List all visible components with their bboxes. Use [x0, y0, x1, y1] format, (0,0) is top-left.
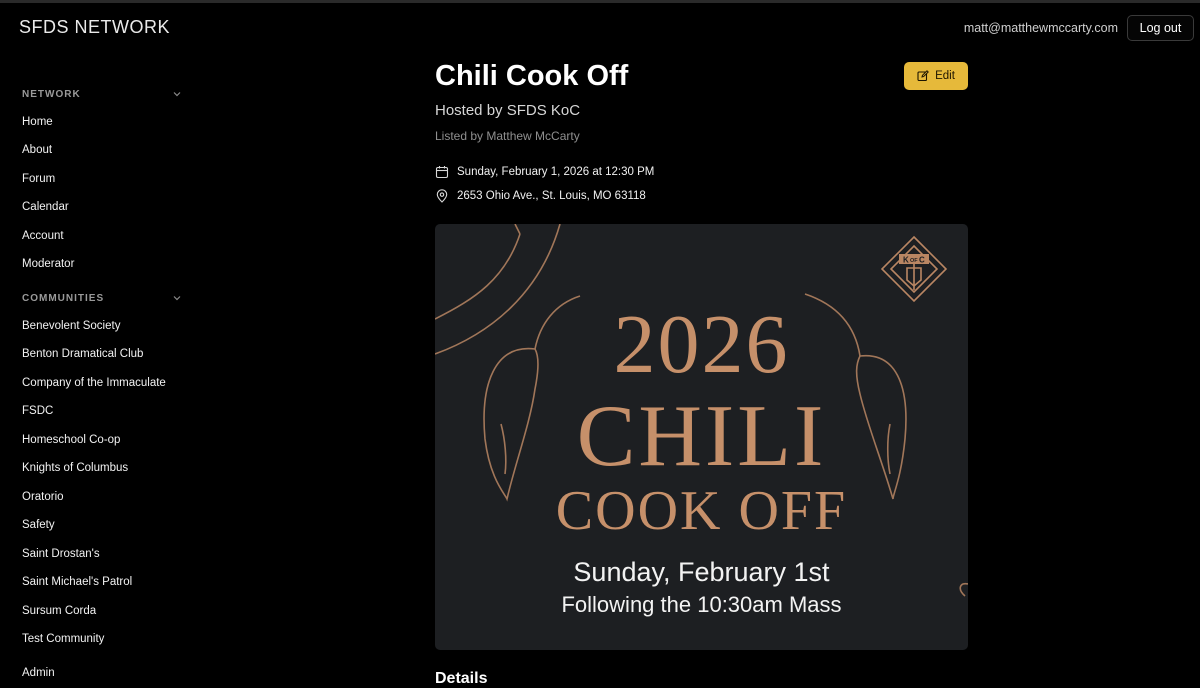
user-email: matt@matthewmccarty.com: [963, 21, 1118, 35]
sidebar-item-about[interactable]: About: [22, 144, 52, 156]
edit-button-label: Edit: [935, 70, 955, 82]
knights-of-columbus-emblem: K OF C: [880, 235, 948, 303]
sidebar-item-calendar[interactable]: Calendar: [22, 201, 69, 213]
svg-text:K: K: [903, 256, 909, 265]
sidebar-item-account[interactable]: Account: [22, 230, 64, 242]
event-address[interactable]: 2653 Ohio Ave., St. Louis, MO 63118: [457, 190, 646, 202]
logout-button[interactable]: Log out: [1127, 15, 1194, 41]
sidebar-item-knights-of-columbus[interactable]: Knights of Columbus: [22, 462, 128, 474]
svg-text:C: C: [919, 256, 925, 265]
poster-year: 2026: [613, 298, 790, 391]
sidebar-section-label: COMMUNITIES: [22, 292, 105, 304]
edit-icon: [917, 70, 929, 82]
top-border: [0, 0, 1200, 3]
sidebar-item-saint-michaels-patrol[interactable]: Saint Michael's Patrol: [22, 576, 132, 588]
sidebar-item-moderator[interactable]: Moderator: [22, 258, 74, 270]
page-title: Chili Cook Off: [435, 60, 629, 92]
sidebar-item-fsdc[interactable]: FSDC: [22, 405, 53, 417]
poster-cook-off: COOK OFF: [555, 480, 848, 542]
event-datetime-row: Sunday, February 1, 2026 at 12:30 PM: [435, 165, 654, 179]
sidebar-item-benevolent-society[interactable]: Benevolent Society: [22, 320, 120, 332]
sidebar-item-safety[interactable]: Safety: [22, 519, 55, 531]
poster-date: Sunday, February 1st: [573, 557, 830, 587]
event-datetime: Sunday, February 1, 2026 at 12:30 PM: [457, 166, 655, 178]
sidebar-item-saint-drostans[interactable]: Saint Drostan's: [22, 548, 100, 560]
event-poster-image: K OF C 2026 CHILI COOK OFF Sunday, Febru…: [435, 224, 968, 650]
map-pin-icon: [436, 189, 448, 203]
sidebar-item-admin[interactable]: Admin: [22, 667, 55, 679]
sidebar-item-test-community[interactable]: Test Community: [22, 633, 104, 645]
event-location-row: 2653 Ohio Ave., St. Louis, MO 63118: [435, 189, 646, 203]
sidebar-item-company-of-the-immaculate[interactable]: Company of the Immaculate: [22, 377, 166, 389]
sidebar-section-network[interactable]: NETWORK: [22, 86, 184, 102]
sidebar-item-forum[interactable]: Forum: [22, 173, 55, 185]
sidebar-item-homeschool-co-op[interactable]: Homeschool Co-op: [22, 434, 120, 446]
chevron-down-icon: [173, 92, 181, 97]
svg-text:OF: OF: [910, 258, 918, 264]
site-brand[interactable]: SFDS NETWORK: [19, 17, 170, 38]
sidebar-section-communities[interactable]: COMMUNITIES: [22, 290, 184, 306]
edit-button[interactable]: Edit: [904, 62, 968, 90]
chevron-down-icon: [173, 296, 181, 301]
details-heading: Details: [435, 670, 488, 687]
poster-following: Following the 10:30am Mass: [561, 592, 842, 617]
event-listed-by: Listed by Matthew McCarty: [435, 129, 580, 143]
sidebar-section-label: NETWORK: [22, 88, 81, 100]
sidebar-item-home[interactable]: Home: [22, 116, 53, 128]
event-host: Hosted by SFDS KoC: [435, 102, 581, 119]
sidebar-item-sursum-corda[interactable]: Sursum Corda: [22, 605, 96, 617]
sidebar-item-oratorio[interactable]: Oratorio: [22, 491, 64, 503]
sidebar-item-benton-dramatical-club[interactable]: Benton Dramatical Club: [22, 348, 143, 360]
poster-chili: CHILI: [576, 388, 827, 485]
calendar-icon: [435, 166, 449, 179]
